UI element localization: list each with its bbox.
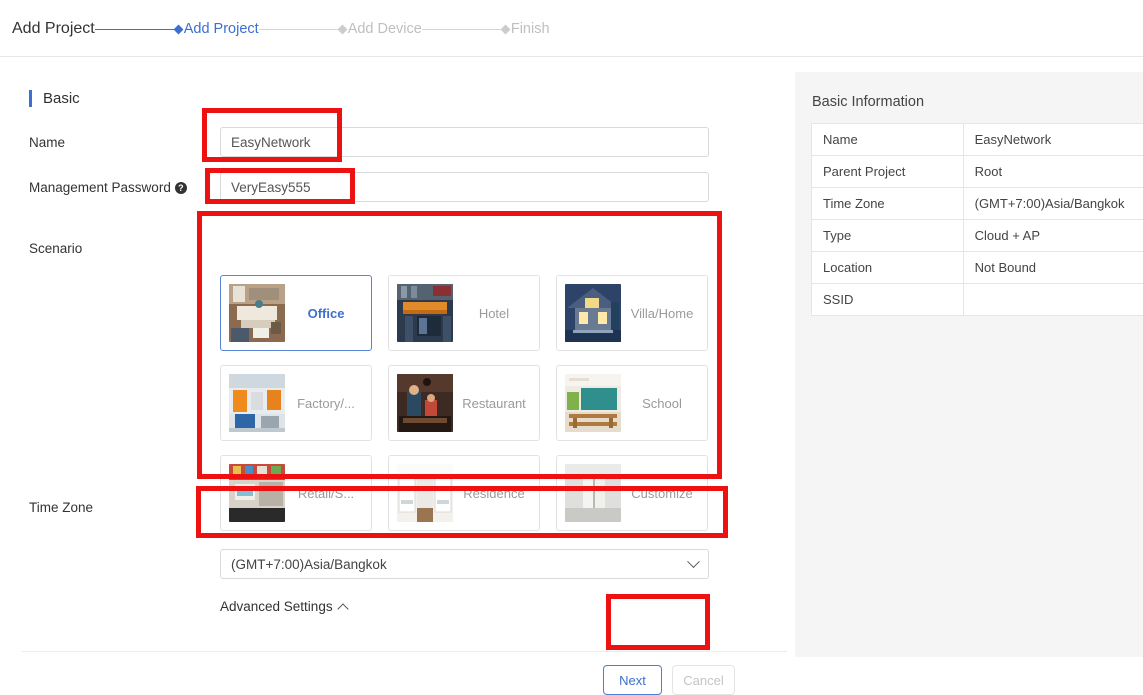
scenario-name-villa-home: Villa/Home [621, 306, 707, 321]
scenario-label: Scenario [29, 241, 82, 256]
basic-information-title: Basic Information [812, 94, 924, 110]
scenario-name-factory: Factory/... [285, 396, 371, 411]
stepper-connector-1 [95, 29, 175, 30]
stepper-label-add-device: Add Device [348, 21, 422, 37]
section-title-label: Basic [43, 90, 80, 107]
scenario-name-school: School [621, 396, 707, 411]
basic-information-panel: Basic Information Name EasyNetwork Paren… [795, 72, 1143, 657]
info-key-parent-project: Parent Project [812, 156, 964, 188]
info-key-name: Name [812, 124, 964, 156]
diamond-marker-icon [500, 24, 510, 34]
stepper-connector-2 [259, 29, 339, 30]
section-header-basic: Basic [29, 90, 80, 107]
footer-divider [22, 651, 787, 652]
timezone-selected-value: (GMT+7:00)Asia/Bangkok [231, 557, 689, 572]
customize-thumbnail-icon [565, 464, 621, 522]
timezone-label: Time Zone [29, 500, 93, 515]
retail-store-thumbnail-icon [229, 464, 285, 522]
table-row: Parent Project Root [812, 156, 1143, 188]
stepper-step-add-device[interactable]: Add Device [339, 21, 422, 37]
section-accent-bar [29, 90, 32, 107]
scenario-tile-residence[interactable]: Residence [388, 455, 540, 531]
scenario-tile-grid: Office [220, 275, 710, 545]
factory-thumbnail-icon [229, 374, 285, 432]
stepper-step-finish[interactable]: Finish [502, 21, 550, 37]
info-key-ssid: SSID [812, 284, 964, 316]
chevron-up-icon [337, 603, 348, 614]
management-password-input[interactable] [220, 172, 709, 202]
info-value-location: Not Bound [963, 252, 1143, 284]
table-row: Name EasyNetwork [812, 124, 1143, 156]
cancel-button[interactable]: Cancel [672, 665, 735, 695]
chevron-down-icon [687, 555, 700, 568]
diamond-marker-icon [173, 24, 183, 34]
info-value-parent-project: Root [963, 156, 1143, 188]
scenario-name-residence: Residence [453, 486, 539, 501]
stepper-step-add-project[interactable]: Add Project [175, 21, 259, 37]
password-label: Management Password? [29, 180, 187, 195]
scenario-tile-customize[interactable]: Customize [556, 455, 708, 531]
wizard-stepper: Add Project Add Project Add Device Finis… [12, 18, 550, 40]
table-row: SSID [812, 284, 1143, 316]
scenario-name-office: Office [285, 306, 371, 321]
stepper-label-add-project: Add Project [184, 21, 259, 37]
school-thumbnail-icon [565, 374, 621, 432]
scenario-row: Factory/... Restaura [220, 365, 710, 441]
scenario-name-restaurant: Restaurant [453, 396, 539, 411]
info-key-time-zone: Time Zone [812, 188, 964, 220]
info-value-name: EasyNetwork [963, 124, 1143, 156]
page-header: Add Project Add Project Add Device Finis… [0, 0, 1143, 57]
info-key-type: Type [812, 220, 964, 252]
diamond-marker-icon [337, 24, 347, 34]
scenario-name-hotel: Hotel [453, 306, 539, 321]
info-key-location: Location [812, 252, 964, 284]
name-label: Name [29, 135, 65, 150]
scenario-row: Retail/S... [220, 455, 710, 531]
scenario-tile-office[interactable]: Office [220, 275, 372, 351]
scenario-row: Office [220, 275, 710, 351]
project-form-panel: Basic Name Management Password? Scenario [0, 57, 795, 657]
restaurant-thumbnail-icon [397, 374, 453, 432]
table-row: Type Cloud + AP [812, 220, 1143, 252]
residence-thumbnail-icon [397, 464, 453, 522]
office-thumbnail-icon [229, 284, 285, 342]
timezone-select[interactable]: (GMT+7:00)Asia/Bangkok [220, 549, 709, 579]
advanced-settings-toggle[interactable]: Advanced Settings [220, 599, 347, 614]
scenario-tile-school[interactable]: School [556, 365, 708, 441]
scenario-tile-factory[interactable]: Factory/... [220, 365, 372, 441]
villa-home-thumbnail-icon [565, 284, 621, 342]
table-row: Time Zone (GMT+7:00)Asia/Bangkok [812, 188, 1143, 220]
stepper-label-finish: Finish [511, 21, 550, 37]
table-row: Location Not Bound [812, 252, 1143, 284]
info-value-ssid [963, 284, 1143, 316]
scenario-name-customize: Customize [621, 486, 707, 501]
question-mark-icon[interactable]: ? [175, 182, 187, 194]
footer-actions: Next Cancel [0, 665, 787, 695]
scenario-tile-villa-home[interactable]: Villa/Home [556, 275, 708, 351]
page-title: Add Project [12, 20, 95, 38]
scenario-name-retail-store: Retail/S... [285, 486, 371, 501]
next-button[interactable]: Next [603, 665, 662, 695]
stepper-connector-3 [422, 29, 502, 30]
hotel-thumbnail-icon [397, 284, 453, 342]
info-value-time-zone: (GMT+7:00)Asia/Bangkok [963, 188, 1143, 220]
name-input[interactable] [220, 127, 709, 157]
basic-information-table: Name EasyNetwork Parent Project Root Tim… [811, 123, 1143, 316]
advanced-settings-label: Advanced Settings [220, 599, 333, 614]
scenario-tile-hotel[interactable]: Hotel [388, 275, 540, 351]
password-label-text: Management Password [29, 180, 171, 195]
info-value-type: Cloud + AP [963, 220, 1143, 252]
scenario-tile-retail-store[interactable]: Retail/S... [220, 455, 372, 531]
scenario-tile-restaurant[interactable]: Restaurant [388, 365, 540, 441]
